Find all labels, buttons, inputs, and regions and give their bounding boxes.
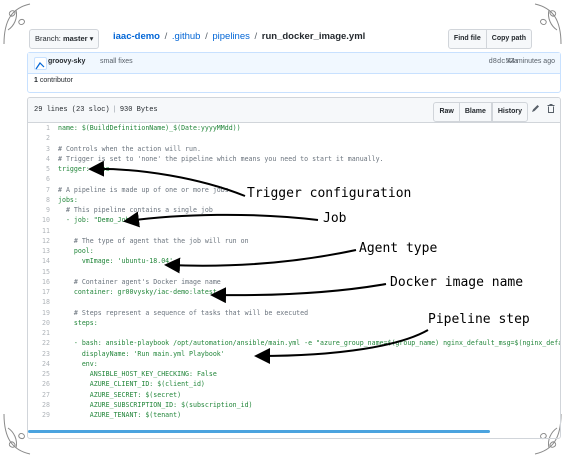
code-line: AZURE_SECRET: $(secret): [58, 390, 182, 399]
file-navigation: Branch: master ▾ iaac-demo / .github / p…: [22, 27, 543, 49]
code-line: AZURE_CLIENT_ID: $(client_id): [58, 380, 205, 389]
file-line-count: 29 lines (23 sloc): [34, 106, 110, 114]
code-line: AZURE_TENANT: $(tenant): [58, 411, 182, 419]
code-line: trigger: none: [58, 165, 110, 173]
breadcrumb-repo-link[interactable]: iaac-demo: [113, 31, 160, 42]
latest-commit-box: groovy-sky small fixes d8dc52a 44 minute…: [27, 52, 561, 93]
branch-name: master: [62, 34, 88, 43]
code-line: displayName: 'Run main.yml Playbook': [58, 349, 225, 358]
breadcrumb-separator: /: [205, 31, 208, 42]
avatar[interactable]: [34, 57, 47, 70]
line-number[interactable]: 3: [28, 145, 50, 153]
raw-button[interactable]: Raw: [433, 102, 460, 122]
line-number[interactable]: 7: [28, 186, 50, 194]
code-line: # Steps represent a sequence of tasks th…: [58, 308, 309, 317]
line-number[interactable]: 20: [28, 319, 50, 327]
annotation-docker: Docker image name: [390, 275, 524, 290]
commit-message-link[interactable]: small fixes: [100, 58, 133, 65]
breadcrumb-github-link[interactable]: .github: [172, 31, 201, 42]
code-line: ANSIBLE_HOST_KEY_CHECKING: False: [58, 370, 217, 378]
avatar-icon: [35, 62, 45, 70]
line-number[interactable]: 12: [28, 237, 50, 245]
branch-select-button[interactable]: Branch: master ▾: [29, 29, 100, 49]
file-info: 29 lines (23 sloc) | 930 Bytes: [34, 106, 158, 114]
history-button[interactable]: History: [491, 102, 528, 122]
annotation-agent: Agent type: [359, 241, 438, 256]
code-line: steps:: [58, 318, 98, 327]
line-number[interactable]: 1: [28, 124, 50, 132]
code-line: jobs:: [58, 195, 78, 204]
file-size: 930 Bytes: [119, 106, 158, 114]
file-info-divider: |: [112, 106, 117, 114]
line-number[interactable]: 17: [28, 288, 50, 296]
annotation-job: Job: [323, 211, 347, 226]
line-number[interactable]: 6: [28, 175, 50, 183]
line-number[interactable]: 21: [28, 329, 50, 337]
line-number[interactable]: 22: [28, 339, 50, 347]
code-line: vmImage: 'ubuntu-18.04': [58, 257, 174, 266]
line-number[interactable]: 19: [28, 309, 50, 317]
annotation-pipeline: Pipeline step: [428, 312, 530, 327]
contributors-count: 1: [34, 77, 38, 84]
breadcrumb-separator: /: [164, 31, 168, 42]
line-number[interactable]: 15: [28, 268, 50, 276]
contributors-label: contributor: [39, 77, 73, 84]
file-header: 29 lines (23 sloc) | 930 Bytes Raw Blame H…: [28, 98, 560, 123]
line-number[interactable]: 23: [28, 350, 50, 358]
breadcrumb-current-file: run_docker_image.yml: [261, 31, 366, 42]
line-number[interactable]: 5: [28, 165, 50, 173]
line-number[interactable]: 4: [28, 155, 50, 163]
copy-path-button[interactable]: Copy path: [486, 29, 532, 49]
code-line: - bash: ansible-playbook /opt/automation…: [58, 339, 561, 348]
code-line: name: $(BuildDefinitionName)_$(Date:yyyy…: [58, 124, 241, 132]
page-frame: Branch: master ▾ iaac-demo / .github / p…: [0, 0, 565, 458]
code-line: # A pipeline is made up of one or more j…: [58, 185, 229, 194]
code-line: AZURE_SUBSCRIPTION_ID: $(subscription_id…: [58, 400, 253, 409]
line-number[interactable]: 8: [28, 196, 50, 204]
line-number[interactable]: 10: [28, 216, 50, 224]
horizontal-scrollbar[interactable]: [28, 430, 490, 433]
breadcrumb: iaac-demo / .github / pipelines / run_do…: [113, 31, 365, 42]
line-number[interactable]: 29: [28, 411, 50, 419]
commit-author-link[interactable]: groovy-sky: [48, 58, 85, 65]
line-number[interactable]: 16: [28, 278, 50, 286]
caret-down-icon: ▾: [89, 34, 94, 43]
annotation-trigger: Trigger configuration: [247, 186, 412, 201]
code-line: - job: "Demo_Job": [58, 216, 134, 225]
line-number[interactable]: 18: [28, 298, 50, 306]
pencil-icon[interactable]: [531, 104, 540, 115]
line-number[interactable]: 28: [28, 401, 50, 409]
commit-tease: groovy-sky small fixes d8dc52a 44 minute…: [28, 53, 560, 74]
code-line: pool:: [58, 247, 94, 255]
line-number[interactable]: 24: [28, 360, 50, 368]
line-number[interactable]: 13: [28, 247, 50, 255]
breadcrumb-separator: /: [254, 31, 258, 42]
trash-icon[interactable]: [547, 104, 555, 115]
path-actions: Find file Copy path: [447, 29, 532, 49]
contributors-link[interactable]: 1 contributor: [34, 77, 73, 84]
find-file-button[interactable]: Find file: [447, 29, 487, 49]
line-number[interactable]: 2: [28, 134, 50, 142]
line-number[interactable]: 14: [28, 257, 50, 265]
line-number[interactable]: 9: [28, 206, 50, 214]
breadcrumb-pipelines-link[interactable]: pipelines: [212, 31, 250, 42]
line-number[interactable]: 11: [28, 227, 50, 235]
code-line: # Controls when the action will run.: [58, 144, 201, 153]
code-line: env:: [58, 359, 98, 368]
blame-button[interactable]: Blame: [459, 102, 492, 122]
code-line: # The type of agent that the job will ru…: [58, 236, 249, 245]
line-number[interactable]: 26: [28, 380, 50, 388]
code-line: # This pipeline contains a single job: [58, 206, 213, 214]
code-line: # Container agent's Docker image name: [58, 277, 221, 286]
code-line: # Trigger is set to 'none' the pipeline …: [58, 154, 384, 163]
file-viewer: 29 lines (23 sloc) | 930 Bytes Raw Blame H…: [27, 97, 561, 439]
branch-label: Branch:: [35, 34, 61, 43]
commit-time: 44 minutes ago: [507, 58, 555, 65]
line-number[interactable]: 25: [28, 370, 50, 378]
line-number[interactable]: 27: [28, 391, 50, 399]
file-actions: Raw Blame History: [433, 102, 528, 122]
code-line: container: gr00vysky/iac-demo:latest: [58, 288, 217, 296]
